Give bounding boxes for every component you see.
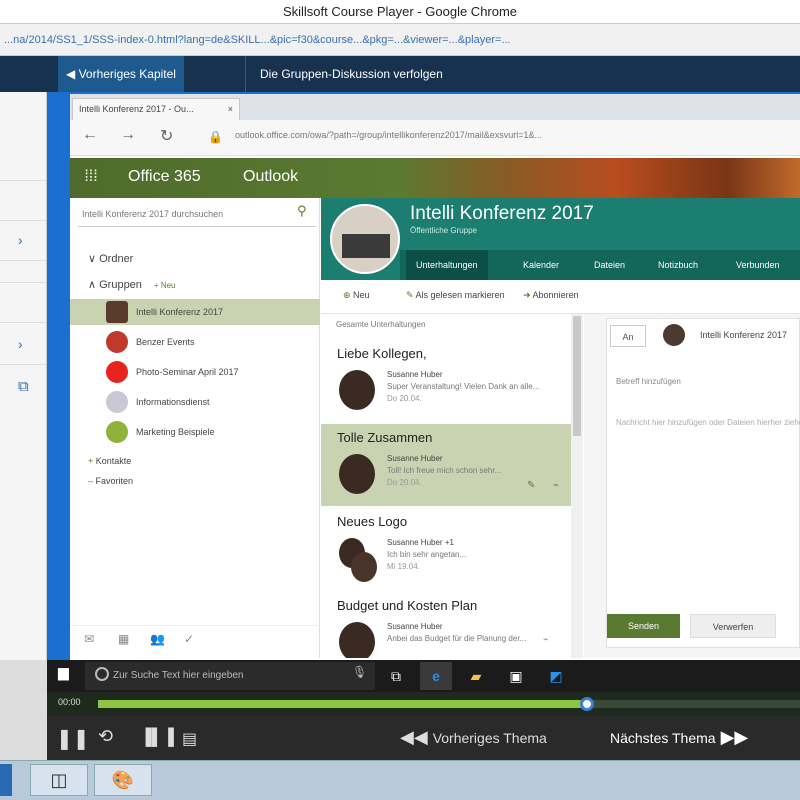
chevron-down-icon: ∨ — [88, 253, 100, 265]
sender-avatar — [339, 454, 375, 494]
group-avatar — [106, 331, 128, 353]
tab-notebook[interactable]: Notizbuch — [658, 250, 698, 280]
store-icon[interactable]: ▣ — [500, 662, 532, 690]
conversation-item[interactable]: Neues Logo Susanne Huber +1 Ich bin sehr… — [321, 508, 571, 590]
outlook-icon[interactable]: ◩ — [540, 662, 572, 690]
recipient-name[interactable]: Intelli Konferenz 2017 — [700, 330, 787, 340]
external-link-icon[interactable]: ⧉ — [18, 378, 29, 395]
paint-icon[interactable]: 🎨 — [94, 764, 152, 796]
sender-avatar — [339, 622, 375, 658]
chevron-up-icon: ∧ — [88, 279, 100, 291]
search-input[interactable]: Intelli Konferenz 2017 durchsuchen — [78, 203, 316, 227]
tab-connected[interactable]: Verbunden — [736, 250, 780, 280]
favorites-heading[interactable]: – Favoriten — [88, 476, 133, 486]
captions-icon[interactable]: ▐▌▐ — [140, 729, 174, 747]
minus-icon: – — [88, 476, 96, 486]
plus-icon: ⊕ — [343, 290, 354, 300]
tab-conversations[interactable]: Unterhaltungen — [406, 250, 488, 280]
conversation-item[interactable]: Tolle Zusammen Susanne Huber Toll! Ich f… — [321, 424, 571, 506]
prev-chapter-button[interactable]: ◀ Vorheriges Kapitel — [58, 56, 184, 92]
host-app-icon[interactable]: ◫ — [30, 764, 88, 796]
new-group-link[interactable]: + Neu — [154, 281, 176, 290]
mark-read-button[interactable]: ✎ Als gelesen markieren — [406, 290, 505, 301]
edit-icon[interactable]: ✎ — [527, 480, 535, 491]
back-icon[interactable]: ← — [82, 126, 98, 144]
group-avatar — [106, 421, 128, 443]
microphone-icon[interactable]: 🎙 — [352, 665, 367, 679]
close-icon[interactable]: × — [228, 99, 233, 119]
contacts-heading[interactable]: + Kontakte — [88, 456, 131, 466]
rewind-icon: ◀◀ — [400, 727, 433, 747]
sender-avatar — [351, 552, 377, 582]
folders-heading[interactable]: ∨ Ordner — [88, 252, 133, 265]
edge-icon[interactable]: e — [420, 662, 452, 690]
to-button[interactable]: An — [610, 325, 646, 347]
recipient-avatar — [663, 324, 685, 346]
task-view-icon[interactable]: ⧉ — [380, 662, 412, 690]
address-bar[interactable]: ...na/2014/SS1_1/SSS-index-0.html?lang=d… — [0, 24, 800, 56]
pause-icon[interactable]: ❚❚ — [56, 726, 90, 751]
pencil-icon: ✎ — [406, 290, 416, 300]
search-icon[interactable]: ⚲ — [297, 203, 307, 219]
lock-icon: 🔒 — [208, 130, 223, 144]
sender-avatar — [339, 370, 375, 410]
arrow-right-icon: ➜ — [523, 290, 533, 300]
list-heading: Gesamte Unterhaltungen — [336, 320, 426, 329]
tasks-icon[interactable]: ✓ — [184, 632, 194, 646]
forward-icon[interactable]: → — [120, 126, 136, 144]
group-avatar — [106, 391, 128, 413]
course-sidebar: › › ⧉ — [0, 92, 47, 660]
conversation-item[interactable]: Budget und Kosten Plan Susanne Huber Anb… — [321, 592, 571, 658]
progress-remaining — [587, 700, 800, 708]
group-photo — [330, 204, 400, 274]
office-brand: Office 365 — [128, 168, 201, 185]
new-button[interactable]: ⊕ Neu — [343, 290, 370, 301]
groups-heading[interactable]: ∧ Gruppen + Neu — [88, 278, 176, 291]
module-switcher — [70, 625, 320, 657]
chevron-right-icon[interactable]: › — [18, 336, 23, 352]
taskbar-search[interactable]: Zur Suche Text hier eingeben — [85, 662, 375, 690]
group-name: Intelli Konferenz 2017 — [410, 203, 594, 224]
next-topic-button[interactable]: Nächstes Thema ▶▶ — [610, 727, 748, 748]
group-subtitle: Öffentliche Gruppe — [410, 226, 478, 235]
group-avatar — [106, 301, 128, 323]
inner-tab[interactable]: Intelli Konferenz 2017 - Ou... × — [72, 98, 240, 120]
compose-form — [606, 318, 800, 648]
folder-icon[interactable]: ▰ — [460, 662, 492, 690]
people-icon[interactable]: 👥 — [150, 632, 165, 646]
progress-handle[interactable] — [580, 697, 594, 711]
replay-icon[interactable]: ⟲ — [98, 726, 113, 747]
fast-forward-icon: ▶▶ — [715, 727, 749, 747]
mail-icon[interactable]: ✉ — [84, 632, 94, 646]
attachment-icon: ⌁ — [543, 634, 549, 644]
attachment-icon: ⌁ — [553, 480, 560, 491]
prev-topic-button[interactable]: ◀◀ Vorheriges Thema — [400, 727, 547, 748]
group-avatar — [106, 361, 128, 383]
app-name: Outlook — [243, 168, 299, 185]
app-launcher-icon[interactable]: ⁞⁞⁞ — [80, 166, 102, 188]
message-body[interactable]: Nachricht hier hinzufügen oder Dateien h… — [616, 418, 800, 427]
scroll-thumb[interactable] — [573, 316, 581, 436]
tab-files[interactable]: Dateien — [594, 250, 625, 280]
chevron-left-icon: ◀ — [66, 67, 79, 81]
discard-button[interactable]: Verwerfen — [690, 614, 776, 638]
time-label: 00:00 — [58, 697, 81, 707]
progress-fill — [98, 700, 587, 708]
host-start-button[interactable] — [0, 764, 12, 796]
conversation-item[interactable]: Liebe Kollegen, Susanne Huber Super Vera… — [321, 340, 571, 422]
chevron-right-icon[interactable]: › — [18, 232, 23, 248]
transcript-icon[interactable]: ▤ — [182, 729, 197, 749]
chapter-title: Die Gruppen-Diskussion verfolgen — [245, 56, 443, 92]
reload-icon[interactable]: ↻ — [160, 126, 173, 146]
send-button[interactable]: Senden — [607, 614, 680, 638]
window-title: Skillsoft Course Player - Google Chrome — [0, 0, 800, 24]
cortana-icon — [95, 667, 109, 681]
windows-start-icon[interactable]: ▆ — [58, 664, 69, 681]
tab-calendar[interactable]: Kalender — [523, 250, 559, 280]
inner-url[interactable]: outlook.office.com/owa/?path=/group/inte… — [235, 130, 542, 140]
subscribe-button[interactable]: ➜ Abonnieren — [523, 290, 579, 301]
subject-input[interactable]: Betreff hinzufügen — [616, 377, 681, 386]
plus-icon: + — [88, 456, 96, 466]
calendar-icon[interactable]: ▦ — [118, 632, 129, 646]
